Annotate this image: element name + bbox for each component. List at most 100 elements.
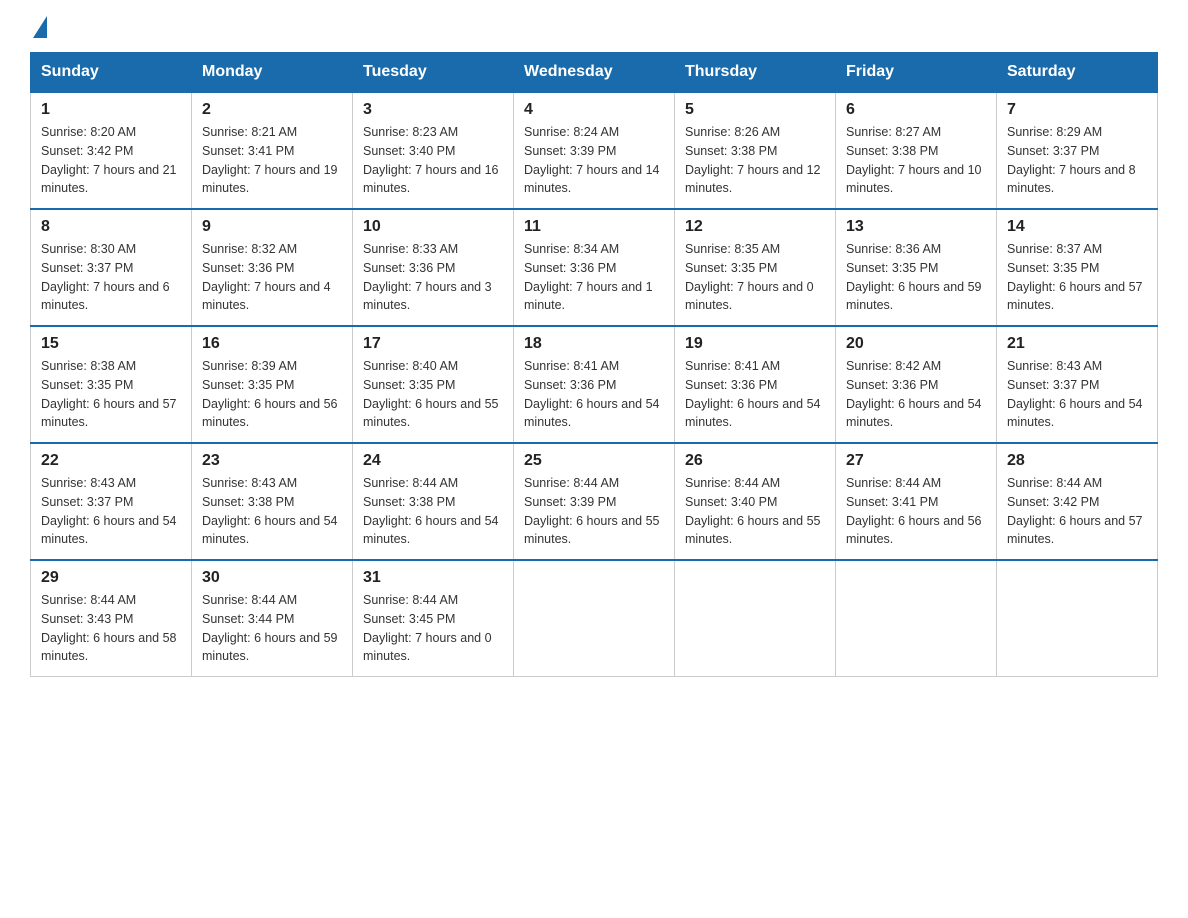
day-number: 26 [685,452,825,470]
week-row-4: 22 Sunrise: 8:43 AMSunset: 3:37 PMDayligh… [31,443,1158,560]
day-number: 22 [41,452,181,470]
day-header-sunday: Sunday [31,53,192,93]
calendar-cell: 20Sunrise: 8:42 AMSunset: 3:36 PMDayligh… [836,326,997,443]
day-info: Sunrise: 8:44 AMSunset: 3:40 PMDaylight:… [685,474,825,549]
calendar-cell: 12 Sunrise: 8:35 AMSunset: 3:35 PMDayligh… [675,209,836,326]
day-number: 15 [41,335,181,353]
day-number: 28 [1007,452,1147,470]
calendar-cell [997,560,1158,677]
day-number: 1 [41,101,181,119]
calendar-cell: 25 Sunrise: 8:44 AMSunset: 3:39 PMDayligh… [514,443,675,560]
day-header-friday: Friday [836,53,997,93]
day-number: 12 [685,218,825,236]
day-info: Sunrise: 8:32 AMSunset: 3:36 PMDaylight:… [202,240,342,315]
day-number: 31 [363,569,503,587]
day-number: 24 [363,452,503,470]
week-row-3: 15 Sunrise: 8:38 AMSunset: 3:35 PMDayligh… [31,326,1158,443]
day-header-saturday: Saturday [997,53,1158,93]
day-info: Sunrise: 8:36 AMSunset: 3:35 PMDaylight:… [846,240,986,315]
calendar-cell: 15 Sunrise: 8:38 AMSunset: 3:35 PMDayligh… [31,326,192,443]
day-number: 19 [685,335,825,353]
day-info: Sunrise: 8:35 AMSunset: 3:35 PMDaylight:… [685,240,825,315]
day-info: Sunrise: 8:21 AMSunset: 3:41 PMDaylight:… [202,123,342,198]
day-info: Sunrise: 8:26 AMSunset: 3:38 PMDaylight:… [685,123,825,198]
calendar-cell: 28 Sunrise: 8:44 AMSunset: 3:42 PMDayligh… [997,443,1158,560]
day-info: Sunrise: 8:40 AMSunset: 3:35 PMDaylight:… [363,357,503,432]
day-number: 13 [846,218,986,236]
day-info: Sunrise: 8:29 AMSunset: 3:37 PMDaylight:… [1007,123,1147,198]
day-info: Sunrise: 8:24 AMSunset: 3:39 PMDaylight:… [524,123,664,198]
calendar-cell: 10 Sunrise: 8:33 AMSunset: 3:36 PMDayligh… [353,209,514,326]
day-number: 6 [846,101,986,119]
day-info: Sunrise: 8:44 AMSunset: 3:45 PMDaylight:… [363,591,503,666]
day-info: Sunrise: 8:43 AMSunset: 3:37 PMDaylight:… [41,474,181,549]
calendar-cell: 23 Sunrise: 8:43 AMSunset: 3:38 PMDayligh… [192,443,353,560]
calendar-cell: 3Sunrise: 8:23 AMSunset: 3:40 PMDaylight… [353,92,514,209]
calendar-cell: 18 Sunrise: 8:41 AMSunset: 3:36 PMDayligh… [514,326,675,443]
calendar-cell: 21 Sunrise: 8:43 AMSunset: 3:37 PMDayligh… [997,326,1158,443]
day-number: 2 [202,101,342,119]
calendar-cell: 27 Sunrise: 8:44 AMSunset: 3:41 PMDayligh… [836,443,997,560]
day-header-wednesday: Wednesday [514,53,675,93]
day-info: Sunrise: 8:43 AMSunset: 3:37 PMDaylight:… [1007,357,1147,432]
day-info: Sunrise: 8:41 AMSunset: 3:36 PMDaylight:… [524,357,664,432]
calendar-cell: 30 Sunrise: 8:44 AMSunset: 3:44 PMDayligh… [192,560,353,677]
day-number: 30 [202,569,342,587]
calendar-cell: 17 Sunrise: 8:40 AMSunset: 3:35 PMDayligh… [353,326,514,443]
day-number: 17 [363,335,503,353]
day-number: 16 [202,335,342,353]
day-info: Sunrise: 8:20 AMSunset: 3:42 PMDaylight:… [41,123,181,198]
calendar-cell [836,560,997,677]
day-number: 23 [202,452,342,470]
calendar-cell: 24 Sunrise: 8:44 AMSunset: 3:38 PMDayligh… [353,443,514,560]
calendar-cell: 8Sunrise: 8:30 AMSunset: 3:37 PMDaylight… [31,209,192,326]
day-number: 3 [363,101,503,119]
day-header-thursday: Thursday [675,53,836,93]
day-number: 7 [1007,101,1147,119]
day-number: 10 [363,218,503,236]
calendar-cell: 19 Sunrise: 8:41 AMSunset: 3:36 PMDayligh… [675,326,836,443]
day-number: 11 [524,218,664,236]
day-number: 18 [524,335,664,353]
day-number: 29 [41,569,181,587]
day-info: Sunrise: 8:41 AMSunset: 3:36 PMDaylight:… [685,357,825,432]
day-number: 25 [524,452,664,470]
day-info: Sunrise: 8:34 AMSunset: 3:36 PMDaylight:… [524,240,664,315]
day-info: Sunrise: 8:44 AMSunset: 3:41 PMDaylight:… [846,474,986,549]
calendar-cell [514,560,675,677]
day-number: 8 [41,218,181,236]
calendar-cell: 5 Sunrise: 8:26 AMSunset: 3:38 PMDaylight… [675,92,836,209]
day-info: Sunrise: 8:44 AMSunset: 3:44 PMDaylight:… [202,591,342,666]
day-info: Sunrise: 8:44 AMSunset: 3:39 PMDaylight:… [524,474,664,549]
day-info: Sunrise: 8:44 AMSunset: 3:38 PMDaylight:… [363,474,503,549]
week-row-1: 1 Sunrise: 8:20 AMSunset: 3:42 PMDaylight… [31,92,1158,209]
calendar-cell: 31 Sunrise: 8:44 AMSunset: 3:45 PMDayligh… [353,560,514,677]
calendar-cell: 22 Sunrise: 8:43 AMSunset: 3:37 PMDayligh… [31,443,192,560]
day-number: 4 [524,101,664,119]
day-info: Sunrise: 8:38 AMSunset: 3:35 PMDaylight:… [41,357,181,432]
calendar-cell [675,560,836,677]
page-header [30,20,1158,34]
calendar-cell: 9Sunrise: 8:32 AMSunset: 3:36 PMDaylight… [192,209,353,326]
day-header-monday: Monday [192,53,353,93]
day-info: Sunrise: 8:43 AMSunset: 3:38 PMDaylight:… [202,474,342,549]
calendar-cell: 2 Sunrise: 8:21 AMSunset: 3:41 PMDaylight… [192,92,353,209]
day-number: 5 [685,101,825,119]
day-number: 27 [846,452,986,470]
days-header-row: SundayMondayTuesdayWednesdayThursdayFrid… [31,53,1158,93]
week-row-2: 8Sunrise: 8:30 AMSunset: 3:37 PMDaylight… [31,209,1158,326]
day-header-tuesday: Tuesday [353,53,514,93]
calendar-cell: 14Sunrise: 8:37 AMSunset: 3:35 PMDayligh… [997,209,1158,326]
day-info: Sunrise: 8:33 AMSunset: 3:36 PMDaylight:… [363,240,503,315]
day-number: 14 [1007,218,1147,236]
day-info: Sunrise: 8:44 AMSunset: 3:42 PMDaylight:… [1007,474,1147,549]
day-number: 20 [846,335,986,353]
calendar-cell: 13 Sunrise: 8:36 AMSunset: 3:35 PMDayligh… [836,209,997,326]
logo [30,20,47,34]
calendar-cell: 16Sunrise: 8:39 AMSunset: 3:35 PMDayligh… [192,326,353,443]
day-number: 21 [1007,335,1147,353]
calendar-cell: 29Sunrise: 8:44 AMSunset: 3:43 PMDayligh… [31,560,192,677]
day-info: Sunrise: 8:27 AMSunset: 3:38 PMDaylight:… [846,123,986,198]
calendar-cell: 11 Sunrise: 8:34 AMSunset: 3:36 PMDayligh… [514,209,675,326]
calendar-table: SundayMondayTuesdayWednesdayThursdayFrid… [30,52,1158,677]
